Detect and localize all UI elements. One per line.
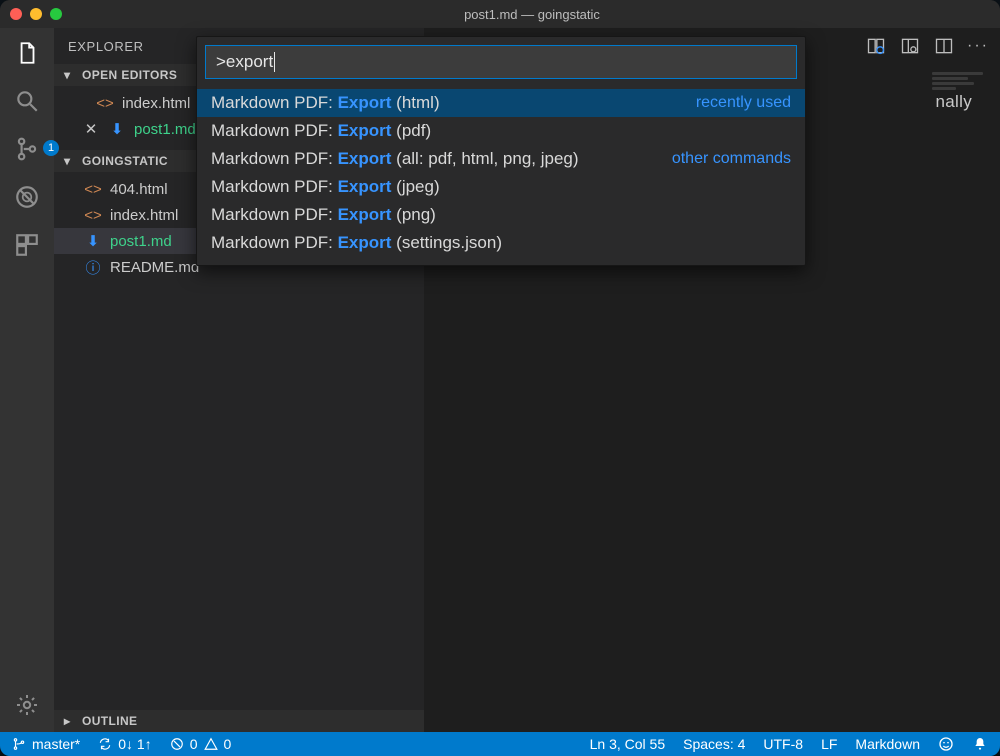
more-actions-icon[interactable]: ··· bbox=[968, 36, 988, 56]
command-palette-item[interactable]: Markdown PDF: Export (settings.json) bbox=[197, 229, 805, 257]
chevron-down-icon: ▾ bbox=[64, 68, 76, 82]
command-note: recently used bbox=[696, 94, 791, 112]
chevron-down-icon: ▾ bbox=[64, 154, 76, 168]
command-palette-item[interactable]: Markdown PDF: Export (pdf) bbox=[197, 117, 805, 145]
command-palette-item[interactable]: Markdown PDF: Export (all: pdf, html, pn… bbox=[197, 145, 805, 173]
file-name: index.html bbox=[110, 207, 178, 224]
command-palette-input-text: >export bbox=[216, 52, 273, 72]
open-changes-icon[interactable] bbox=[866, 36, 886, 56]
errors-count: 0 bbox=[190, 736, 198, 752]
file-name: post1.md bbox=[110, 233, 172, 250]
close-editor-icon[interactable]: ✕ bbox=[82, 120, 100, 138]
explorer-activity-icon[interactable] bbox=[14, 40, 40, 66]
file-name: README.md bbox=[110, 259, 199, 276]
file-name: post1.md bbox=[134, 121, 196, 138]
window-title: post1.md — goingstatic bbox=[74, 7, 990, 22]
command-note: other commands bbox=[672, 150, 791, 168]
notifications-icon[interactable] bbox=[972, 736, 988, 752]
code-file-icon: <> bbox=[84, 207, 102, 224]
chevron-right-icon: ▸ bbox=[64, 714, 76, 728]
status-bar: master* 0↓ 1↑ 0 0 Ln 3, Col 55 Spaces: 4… bbox=[0, 732, 1000, 756]
debug-activity-icon[interactable] bbox=[14, 184, 40, 210]
extensions-activity-icon[interactable] bbox=[14, 232, 40, 258]
markdown-file-icon: ⬇ bbox=[108, 120, 126, 138]
activity-bar: 1 bbox=[0, 28, 54, 732]
preview-icon[interactable] bbox=[900, 36, 920, 56]
eol-status[interactable]: LF bbox=[821, 736, 837, 752]
scm-badge: 1 bbox=[43, 140, 59, 156]
vscode-window: post1.md — goingstatic 1 bbox=[0, 0, 1000, 756]
minimize-window-button[interactable] bbox=[30, 8, 42, 20]
problems-status[interactable]: 0 0 bbox=[170, 736, 232, 752]
command-palette-item[interactable]: Markdown PDF: Export (jpeg) bbox=[197, 173, 805, 201]
command-palette-item[interactable]: Markdown PDF: Export (html) recently use… bbox=[197, 89, 805, 117]
window-controls bbox=[10, 8, 62, 20]
search-activity-icon[interactable] bbox=[14, 88, 40, 114]
branch-name: master* bbox=[32, 736, 80, 752]
source-control-activity-icon[interactable] bbox=[14, 136, 40, 162]
command-palette-item[interactable]: Markdown PDF: Export (png) bbox=[197, 201, 805, 229]
maximize-window-button[interactable] bbox=[50, 8, 62, 20]
file-name: index.html bbox=[122, 95, 190, 112]
command-palette-list: Markdown PDF: Export (html) recently use… bbox=[197, 87, 805, 265]
minimap[interactable] bbox=[932, 72, 992, 112]
text-caret bbox=[274, 52, 275, 72]
encoding-status[interactable]: UTF-8 bbox=[763, 736, 803, 752]
markdown-file-icon: ⬇ bbox=[84, 232, 102, 250]
outline-header[interactable]: ▸ OUTLINE bbox=[54, 710, 424, 732]
language-mode[interactable]: Markdown bbox=[855, 736, 920, 752]
git-branch-status[interactable]: master* bbox=[12, 736, 80, 752]
feedback-icon[interactable] bbox=[938, 736, 954, 752]
command-palette: >export Markdown PDF: Export (html) rece… bbox=[196, 36, 806, 266]
open-editors-label: OPEN EDITORS bbox=[82, 68, 177, 82]
sync-status[interactable]: 0↓ 1↑ bbox=[98, 736, 151, 752]
settings-gear-icon[interactable] bbox=[14, 692, 40, 718]
warnings-count: 0 bbox=[224, 736, 232, 752]
outline-label: OUTLINE bbox=[82, 714, 137, 728]
code-file-icon: <> bbox=[84, 181, 102, 198]
split-editor-icon[interactable] bbox=[934, 36, 954, 56]
command-palette-input[interactable]: >export bbox=[205, 45, 797, 79]
file-name: 404.html bbox=[110, 181, 168, 198]
close-window-button[interactable] bbox=[10, 8, 22, 20]
code-file-icon: <> bbox=[96, 95, 114, 112]
cursor-position[interactable]: Ln 3, Col 55 bbox=[590, 736, 666, 752]
titlebar: post1.md — goingstatic bbox=[0, 0, 1000, 28]
sync-text: 0↓ 1↑ bbox=[118, 736, 151, 752]
indentation-status[interactable]: Spaces: 4 bbox=[683, 736, 745, 752]
workspace-label: GOINGSTATIC bbox=[82, 154, 168, 168]
info-file-icon: ⓘ bbox=[84, 257, 102, 278]
